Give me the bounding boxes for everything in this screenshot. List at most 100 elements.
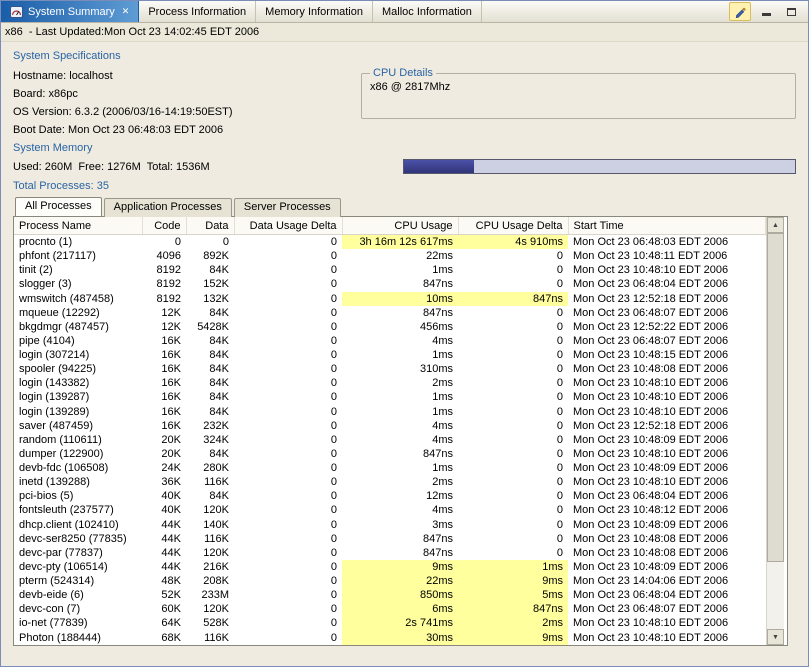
tab-process-information[interactable]: Process Information (139, 1, 256, 22)
vertical-scrollbar[interactable]: ▲ ▼ (766, 217, 784, 645)
table-row[interactable]: saver (487459)16K232K04ms0Mon Oct 23 12:… (14, 419, 766, 433)
cell-name: mqueue (12292) (14, 306, 142, 320)
scrollbar-thumb[interactable] (767, 233, 784, 562)
table-row[interactable]: Photon (188444)68K116K030ms9msMon Oct 23… (14, 631, 766, 645)
scroll-down-icon[interactable]: ▼ (767, 629, 784, 645)
table-row[interactable]: dumper (122900)20K84K0847ns0Mon Oct 23 1… (14, 447, 766, 461)
cell-start-time: Mon Oct 23 10:48:10 EDT 2006 (568, 631, 766, 645)
close-icon[interactable]: ✕ (122, 6, 130, 17)
table-row[interactable]: bkgdmgr (487457)12K5428K0456ms0Mon Oct 2… (14, 320, 766, 334)
cell-code: 44K (142, 546, 186, 560)
cell-data: 5428K (186, 320, 234, 334)
table-row[interactable]: fontsleuth (237577)40K120K04ms0Mon Oct 2… (14, 503, 766, 517)
table-row[interactable]: phfont (217117)4096892K022ms0Mon Oct 23 … (14, 249, 766, 263)
cell-code: 0 (142, 235, 186, 250)
cell-data: 892K (186, 249, 234, 263)
column-header-data-usage-delta[interactable]: Data Usage Delta (234, 217, 342, 235)
table-row[interactable]: login (139289)16K84K01ms0Mon Oct 23 10:4… (14, 405, 766, 419)
cell-data-delta: 0 (234, 306, 342, 320)
maximize-icon[interactable] (781, 3, 801, 20)
cell-name: devc-pty (106514) (14, 560, 142, 574)
table-row[interactable]: slogger (3)8192152K0847ns0Mon Oct 23 06:… (14, 277, 766, 291)
cell-data: 120K (186, 546, 234, 560)
table-row[interactable]: pci-bios (5)40K84K012ms0Mon Oct 23 06:48… (14, 489, 766, 503)
table-row[interactable]: random (110611)20K324K04ms0Mon Oct 23 10… (14, 433, 766, 447)
cell-name: devc-par (77837) (14, 546, 142, 560)
column-header-process-name[interactable]: Process Name (14, 217, 142, 235)
cell-code: 24K (142, 461, 186, 475)
cell-data-delta: 0 (234, 518, 342, 532)
table-row[interactable]: devb-fdc (106508)24K280K01ms0Mon Oct 23 … (14, 461, 766, 475)
system-information-window: System Summary ✕ Process Information Mem… (0, 0, 809, 667)
table-row[interactable]: procnto (1)0003h 16m 12s 617ms4s 910msMo… (14, 235, 766, 250)
system-memory-section: Used: 260M Free: 1276M Total: 1536M (13, 159, 796, 174)
tab-server-processes[interactable]: Server Processes (234, 198, 341, 217)
table-row[interactable]: devc-par (77837)44K120K0847ns0Mon Oct 23… (14, 546, 766, 560)
cell-cpu-usage: 10ms (342, 292, 458, 306)
scrollbar-track[interactable] (767, 233, 784, 629)
column-header-cpu-usage[interactable]: CPU Usage (342, 217, 458, 235)
tab-application-processes[interactable]: Application Processes (104, 198, 232, 217)
cell-start-time: Mon Oct 23 10:48:08 EDT 2006 (568, 532, 766, 546)
table-row[interactable]: devc-ser8250 (77835)44K116K0847ns0Mon Oc… (14, 532, 766, 546)
minimize-icon[interactable] (756, 3, 776, 20)
cell-cpu-usage: 3ms (342, 518, 458, 532)
cell-cpu-delta: 0 (458, 320, 568, 334)
table-row[interactable]: login (307214)16K84K01ms0Mon Oct 23 10:4… (14, 348, 766, 362)
cell-name: wmswitch (487458) (14, 292, 142, 306)
cell-cpu-usage: 310ms (342, 362, 458, 376)
cell-data: 84K (186, 376, 234, 390)
tab-malloc-information[interactable]: Malloc Information (373, 1, 482, 22)
cell-data: 84K (186, 263, 234, 277)
table-row[interactable]: devc-con (7)60K120K06ms847nsMon Oct 23 0… (14, 602, 766, 616)
pen-icon[interactable] (729, 2, 751, 21)
cell-data: 116K (186, 475, 234, 489)
view-toolbar (722, 1, 808, 22)
column-header-start-time[interactable]: Start Time (568, 217, 766, 235)
spec-fields: Hostname: localhost Board: x86pc OS Vers… (13, 67, 361, 139)
column-header-data[interactable]: Data (186, 217, 234, 235)
cell-name: fontsleuth (237577) (14, 503, 142, 517)
cell-data-delta: 0 (234, 475, 342, 489)
os-version-field: OS Version: 6.3.2 (2006/03/16-14:19:50ES… (13, 103, 361, 121)
cell-cpu-delta: 0 (458, 475, 568, 489)
cell-code: 48K (142, 574, 186, 588)
table-row[interactable]: dhcp.client (102410)44K140K03ms0Mon Oct … (14, 518, 766, 532)
cell-data: 233M (186, 588, 234, 602)
cell-name: spooler (94225) (14, 362, 142, 376)
cell-cpu-delta: 9ms (458, 631, 568, 645)
table-row[interactable]: login (143382)16K84K02ms0Mon Oct 23 10:4… (14, 376, 766, 390)
cell-code: 64K (142, 616, 186, 630)
table-row[interactable]: login (139287)16K84K01ms0Mon Oct 23 10:4… (14, 390, 766, 404)
table-row[interactable]: devb-eide (6)52K233M0850ms5msMon Oct 23 … (14, 588, 766, 602)
tab-system-summary[interactable]: System Summary ✕ (1, 1, 139, 22)
cell-name: devc-ser8250 (77835) (14, 532, 142, 546)
column-header-code[interactable]: Code (142, 217, 186, 235)
board-field: Board: x86pc (13, 85, 361, 103)
cell-data: 84K (186, 390, 234, 404)
table-row[interactable]: devc-pty (106514)44K216K09ms1msMon Oct 2… (14, 560, 766, 574)
cell-start-time: Mon Oct 23 10:48:12 EDT 2006 (568, 503, 766, 517)
boot-date-field: Boot Date: Mon Oct 23 06:48:03 EDT 2006 (13, 121, 361, 139)
view-tab-bar: System Summary ✕ Process Information Mem… (1, 1, 808, 23)
cell-data-delta: 0 (234, 235, 342, 250)
cell-cpu-delta: 1ms (458, 560, 568, 574)
tab-all-processes[interactable]: All Processes (15, 197, 102, 216)
cell-cpu-usage: 2s 741ms (342, 616, 458, 630)
table-row[interactable]: pipe (4104)16K84K04ms0Mon Oct 23 06:48:0… (14, 334, 766, 348)
tab-memory-information[interactable]: Memory Information (256, 1, 373, 22)
scroll-up-icon[interactable]: ▲ (767, 217, 784, 233)
table-row[interactable]: pterm (524314)48K208K022ms9msMon Oct 23 … (14, 574, 766, 588)
table-row[interactable]: io-net (77839)64K528K02s 741ms2msMon Oct… (14, 616, 766, 630)
table-row[interactable]: mqueue (12292)12K84K0847ns0Mon Oct 23 06… (14, 306, 766, 320)
column-header-cpu-usage-delta[interactable]: CPU Usage Delta (458, 217, 568, 235)
cell-data-delta: 0 (234, 503, 342, 517)
cell-code: 16K (142, 419, 186, 433)
table-row[interactable]: spooler (94225)16K84K0310ms0Mon Oct 23 1… (14, 362, 766, 376)
table-row[interactable]: tinit (2)819284K01ms0Mon Oct 23 10:48:10… (14, 263, 766, 277)
cell-data-delta: 0 (234, 390, 342, 404)
table-row[interactable]: inetd (139288)36K116K02ms0Mon Oct 23 10:… (14, 475, 766, 489)
cell-code: 16K (142, 390, 186, 404)
cell-code: 60K (142, 602, 186, 616)
table-row[interactable]: wmswitch (487458)8192132K010ms847nsMon O… (14, 292, 766, 306)
